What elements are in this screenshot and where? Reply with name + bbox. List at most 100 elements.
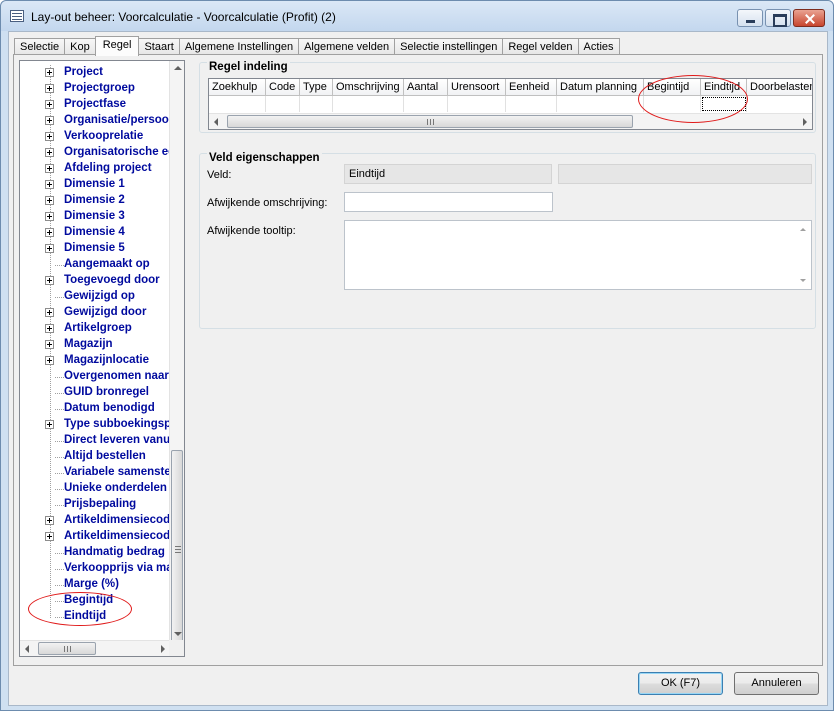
grid-horizontal-scrollbar[interactable] [209,113,812,129]
tree-hscroll-thumb[interactable] [38,642,96,655]
grid-cell[interactable] [644,96,701,112]
regel-indeling-grid[interactable]: Zoekhulp Code Type Omschrijving Aantal Urenso… [208,78,813,130]
tree-item[interactable]: Dimensie 4 [20,225,170,241]
tree-scroll-thumb[interactable] [171,450,183,648]
expand-plus-icon[interactable] [45,100,54,109]
tab-regel[interactable]: Regel [94,36,140,56]
tab-selectie[interactable]: Selectie [14,38,66,55]
tooltip-vertical-scrollbar[interactable] [796,221,811,289]
grid-cell[interactable] [448,96,506,112]
tree-item[interactable]: Magazijnlocatie [20,353,170,369]
grid-column-header[interactable]: Aantal [404,79,448,96]
grid-cell[interactable] [209,96,266,112]
tree-item[interactable]: Projectfase [20,97,170,113]
tree-item[interactable]: Gewijzigd op [20,289,170,305]
tree-item[interactable]: Dimensie 5 [20,241,170,257]
scroll-right-icon[interactable] [161,645,165,653]
tree-item[interactable]: Datum benodigd [20,401,170,417]
expand-plus-icon[interactable] [45,148,54,157]
tree-item[interactable]: Artikeldimensiecode 2 [20,529,184,545]
tree-item[interactable]: Direct leveren vanuit [20,433,177,449]
grid-column-header[interactable]: Begintijd [644,79,701,96]
scroll-left-icon[interactable] [25,645,29,653]
tree-item[interactable]: Aangemaakt op [20,257,170,273]
grid-column-header[interactable]: Code [266,79,300,96]
tab-algemene-instellingen[interactable]: Algemene Instellingen [178,38,300,55]
tree-item[interactable]: Variabele samenstelling [20,465,184,481]
tab-acties[interactable]: Acties [577,38,620,55]
tree-vertical-scrollbar[interactable] [169,61,184,648]
close-button[interactable] [793,9,825,27]
grid-cell[interactable] [701,96,747,112]
grid-scroll-thumb[interactable] [227,115,633,128]
expand-plus-icon[interactable] [45,276,54,285]
grid-cell[interactable] [333,96,404,112]
tree-item[interactable]: GUID bronregel [20,385,170,401]
afwijkende-omschrijving-input[interactable] [344,192,553,212]
grid-column-header[interactable]: Datum planning [557,79,644,96]
expand-plus-icon[interactable] [45,516,54,525]
expand-plus-icon[interactable] [45,68,54,77]
tree-item[interactable]: Dimensie 1 [20,177,170,193]
expand-plus-icon[interactable] [45,532,54,541]
tree-item[interactable]: Altijd bestellen [20,449,170,465]
tab-kop[interactable]: Kop [64,38,96,55]
expand-plus-icon[interactable] [45,244,54,253]
tree-item[interactable]: Dimensie 3 [20,209,170,225]
tree-item[interactable]: Project [20,65,170,81]
tab-selectie-instellingen[interactable]: Selectie instellingen [394,38,504,55]
tree-item[interactable]: Overgenomen naar [20,369,170,385]
annuleren-button[interactable]: Annuleren [734,672,819,695]
tree-item[interactable]: Marge (%) [20,577,170,593]
scroll-up-icon[interactable] [174,66,182,70]
tree-item[interactable]: Gewijzigd door [20,305,170,321]
grid-column-header[interactable]: Urensoort [448,79,506,96]
tree-item[interactable]: Afdeling project [20,161,170,177]
expand-plus-icon[interactable] [45,116,54,125]
tree-item[interactable]: Eindtijd [20,609,170,625]
expand-plus-icon[interactable] [45,308,54,317]
expand-plus-icon[interactable] [45,132,54,141]
grid-cell[interactable] [300,96,333,112]
grid-cell[interactable] [506,96,557,112]
grid-column-header[interactable]: Doorbelasten [747,79,812,96]
expand-plus-icon[interactable] [45,84,54,93]
tree-item[interactable]: Dimensie 2 [20,193,170,209]
tree-item[interactable]: Artikelgroep [20,321,170,337]
grid-column-header[interactable]: Eindtijd [701,79,747,96]
expand-plus-icon[interactable] [45,356,54,365]
tree-item[interactable]: Begintijd [20,593,170,609]
tree-item[interactable]: Type subboekingsperiode [20,417,184,433]
grid-column-header[interactable]: Eenheid [506,79,557,96]
scroll-left-icon[interactable] [214,118,218,126]
expand-plus-icon[interactable] [45,196,54,205]
scroll-right-icon[interactable] [803,118,807,126]
tree-item[interactable]: Artikeldimensiecode 1 [20,513,184,529]
expand-plus-icon[interactable] [45,164,54,173]
scroll-down-icon[interactable] [800,279,806,282]
grid-column-header[interactable]: Zoekhulp [209,79,266,96]
grid-column-header[interactable]: Omschrijving [333,79,404,96]
tree-horizontal-scrollbar[interactable] [20,640,170,656]
tree-item[interactable]: Organisatorische eenheid [20,145,184,161]
scroll-down-icon[interactable] [174,632,182,636]
scroll-up-icon[interactable] [800,228,806,231]
tree-item[interactable]: Magazijn [20,337,170,353]
grid-cell[interactable] [747,96,812,112]
tree-item[interactable]: Handmatig bedrag [20,545,170,561]
expand-plus-icon[interactable] [45,228,54,237]
tree-item[interactable]: Unieke onderdelen [20,481,170,497]
tree-item[interactable]: Organisatie/persoon [20,113,176,129]
tab-algemene-velden[interactable]: Algemene velden [298,38,396,55]
expand-plus-icon[interactable] [45,180,54,189]
grid-cell[interactable] [557,96,644,112]
minimize-button[interactable] [737,9,763,27]
field-tree[interactable]: Project Projectgroep Projectfase Organisati… [19,60,185,657]
grid-cell[interactable] [266,96,300,112]
expand-plus-icon[interactable] [45,324,54,333]
tree-item[interactable]: Verkoopprijs via marge [20,561,184,577]
expand-plus-icon[interactable] [45,340,54,349]
afwijkende-tooltip-textarea[interactable] [344,220,812,290]
ok-button[interactable]: OK (F7) [638,672,723,695]
maximize-button[interactable] [765,9,791,27]
